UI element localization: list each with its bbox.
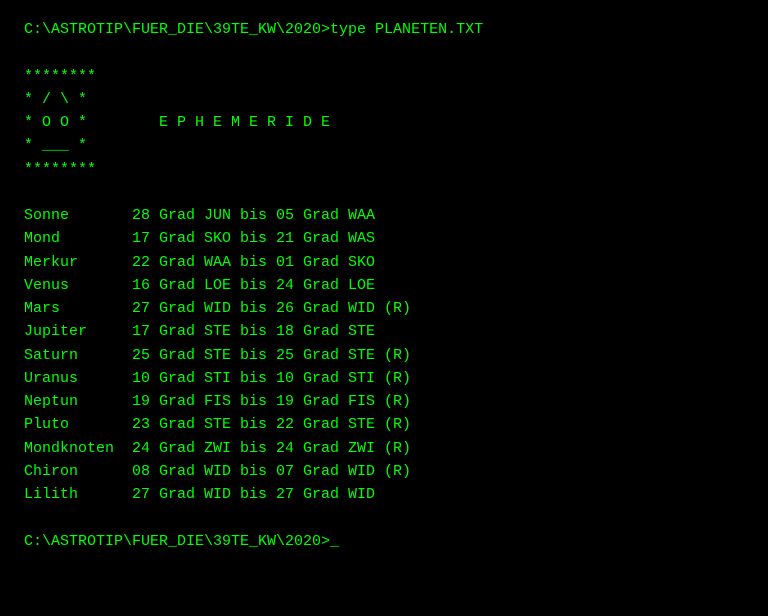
planet-merkur: Merkur 22 Grad WAA bis 01 Grad SKO — [24, 251, 744, 274]
planet-chiron: Chiron 08 Grad WID bis 07 Grad WID (R) — [24, 460, 744, 483]
prompt-bottom: C:\ASTROTIP\FUER_DIE\39TE_KW\2020>_ — [24, 530, 744, 553]
logo-and-title: ******** * / \ * * O O * E P H E M E R I… — [24, 65, 744, 181]
planet-uranus: Uranus 10 Grad STI bis 10 Grad STI (R) — [24, 367, 744, 390]
blank-line-2 — [24, 181, 744, 204]
planet-neptun: Neptun 19 Grad FIS bis 19 Grad FIS (R) — [24, 390, 744, 413]
planet-mondknoten: Mondknoten 24 Grad ZWI bis 24 Grad ZWI (… — [24, 437, 744, 460]
blank-line-1 — [24, 41, 744, 64]
planet-mond: Mond 17 Grad SKO bis 21 Grad WAS — [24, 227, 744, 250]
logo-line-1: ******** — [24, 65, 330, 88]
terminal-window: C:\ASTROTIP\FUER_DIE\39TE_KW\2020>type P… — [24, 18, 744, 553]
ascii-logo: ******** * / \ * * O O * E P H E M E R I… — [24, 65, 330, 181]
logo-line-3: * O O * E P H E M E R I D E — [24, 111, 330, 134]
planet-lilith: Lilith 27 Grad WID bis 27 Grad WID — [24, 483, 744, 506]
planet-venus: Venus 16 Grad LOE bis 24 Grad LOE — [24, 274, 744, 297]
logo-line-2: * / \ * — [24, 88, 330, 111]
prompt-top: C:\ASTROTIP\FUER_DIE\39TE_KW\2020>type P… — [24, 18, 744, 41]
planet-list: Sonne 28 Grad JUN bis 05 Grad WAA Mond 1… — [24, 204, 744, 506]
cursor: _ — [330, 533, 339, 550]
planet-saturn: Saturn 25 Grad STE bis 25 Grad STE (R) — [24, 344, 744, 367]
blank-line-3 — [24, 506, 744, 529]
planet-mars: Mars 27 Grad WID bis 26 Grad WID (R) — [24, 297, 744, 320]
logo-line-4: * ___ * — [24, 134, 330, 157]
planet-jupiter: Jupiter 17 Grad STE bis 18 Grad STE — [24, 320, 744, 343]
planet-sonne: Sonne 28 Grad JUN bis 05 Grad WAA — [24, 204, 744, 227]
logo-line-5: ******** — [24, 158, 330, 181]
planet-pluto: Pluto 23 Grad STE bis 22 Grad STE (R) — [24, 413, 744, 436]
